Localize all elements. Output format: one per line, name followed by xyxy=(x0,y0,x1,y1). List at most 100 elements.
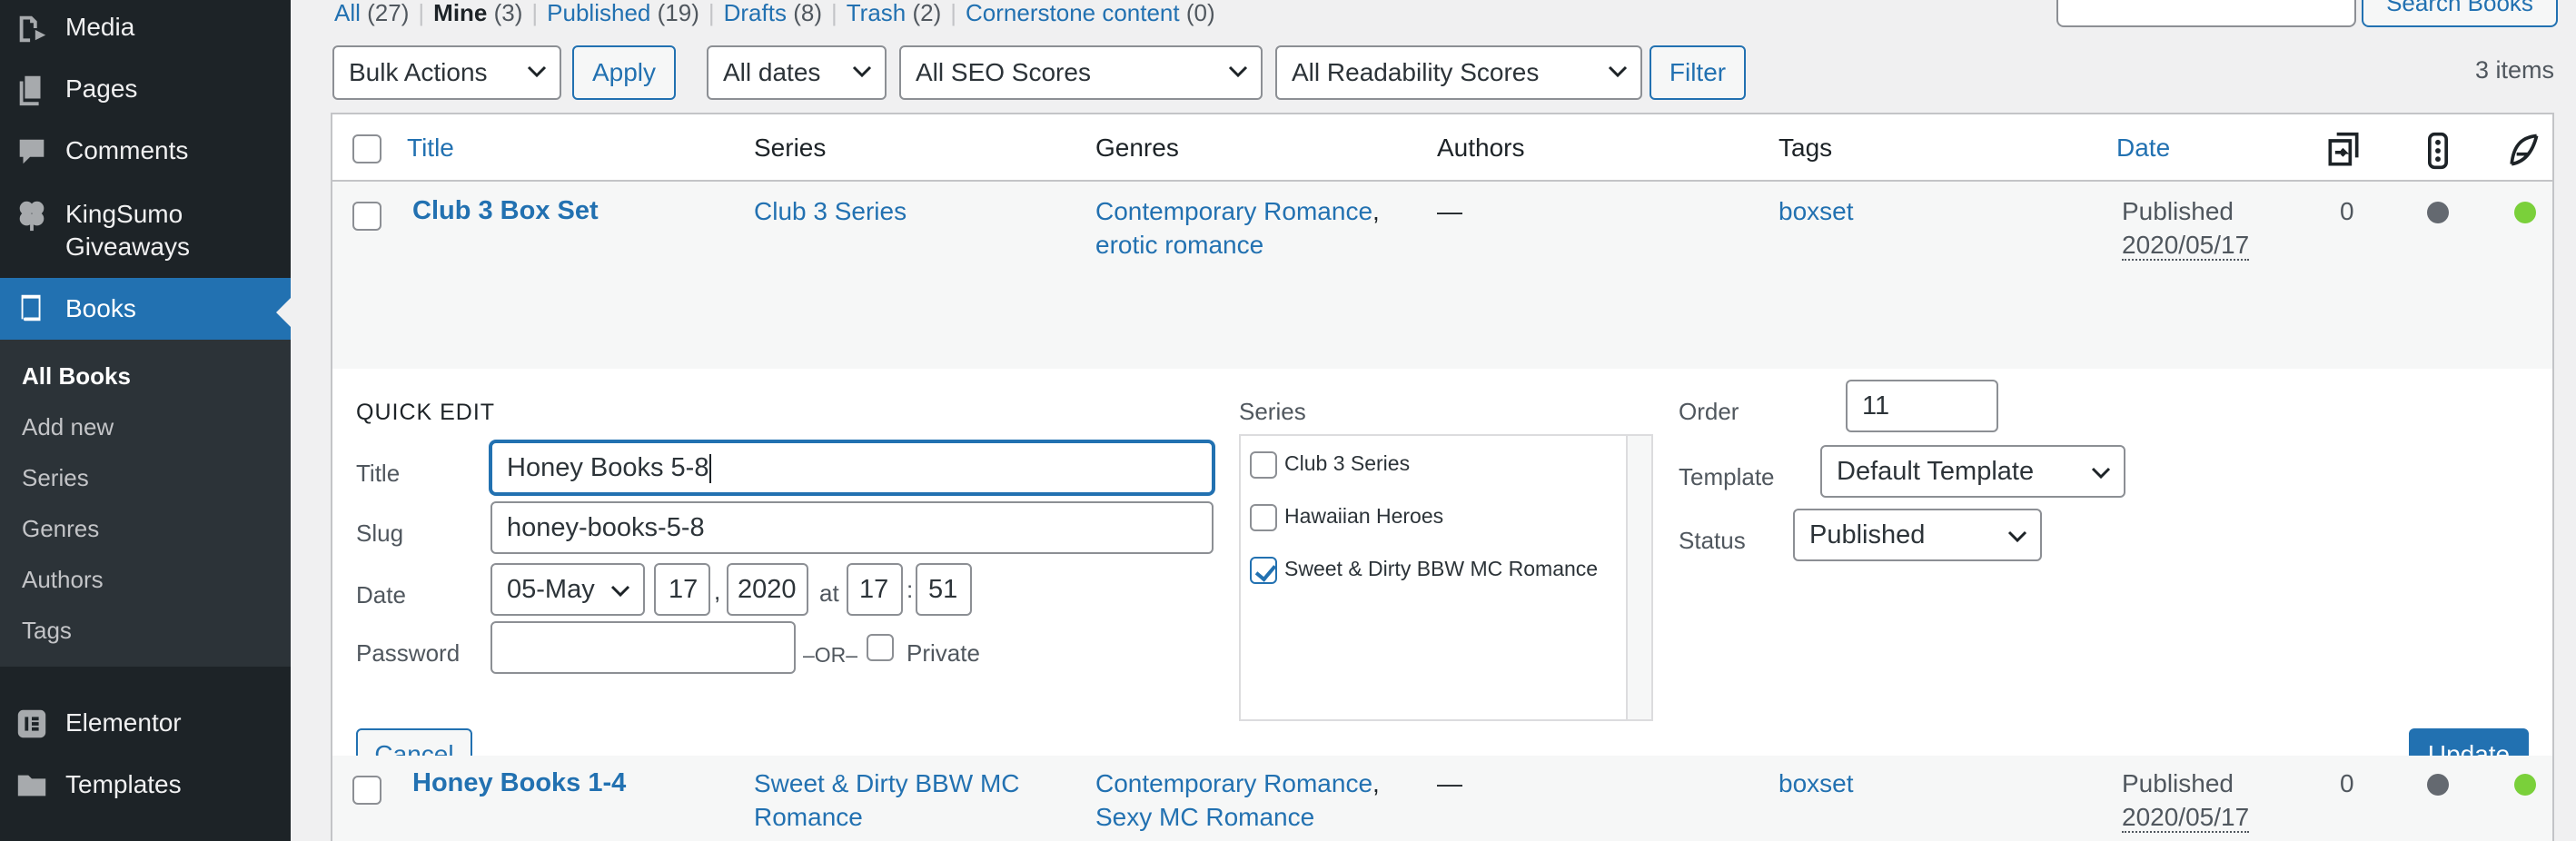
row-series-link[interactable]: Sweet & Dirty BBW MC xyxy=(754,767,1019,800)
sidebar-item-media[interactable]: Media xyxy=(0,11,291,47)
table-row: Club 3 Box Set Club 3 Series Contemporar… xyxy=(332,182,2552,369)
view-label: Trash xyxy=(846,0,907,26)
series-checkbox[interactable] xyxy=(1250,556,1277,584)
select-value: Published xyxy=(1809,520,1926,549)
title-input[interactable]: Honey Books 5-8 xyxy=(490,441,1214,494)
series-option[interactable]: Club 3 Series xyxy=(1250,450,1410,479)
series-option[interactable]: Sweet & Dirty BBW MC Romance xyxy=(1250,556,1598,584)
row-links-count: 0 xyxy=(2340,197,2354,225)
private-checkbox[interactable] xyxy=(867,634,894,661)
chevron-down-icon xyxy=(2091,467,2111,480)
view-published-link[interactable]: Published (19) xyxy=(547,0,699,26)
view-count: (27) xyxy=(367,0,410,26)
apply-button[interactable]: Apply xyxy=(572,45,676,100)
view-mine-link[interactable]: Mine (3) xyxy=(433,0,522,26)
row-series-link[interactable]: Club 3 Series xyxy=(754,194,907,228)
day-input[interactable]: 17 xyxy=(654,563,710,616)
book-icon xyxy=(21,294,41,322)
view-label: Drafts xyxy=(723,0,787,26)
password-input[interactable] xyxy=(490,621,796,674)
view-label: All xyxy=(334,0,361,26)
submenu-genres[interactable]: Genres xyxy=(22,514,99,543)
row-authors: — xyxy=(1437,769,1462,797)
separator: , xyxy=(1372,197,1380,225)
slug-input[interactable]: honey-books-5-8 xyxy=(490,501,1214,554)
filter-button[interactable]: Filter xyxy=(1650,45,1746,100)
column-title[interactable]: Title xyxy=(407,133,454,163)
separator: | xyxy=(418,0,425,26)
view-trash-link[interactable]: Trash (2) xyxy=(847,0,942,26)
bulk-actions-select[interactable]: Bulk Actions xyxy=(332,45,561,100)
row-checkbox[interactable] xyxy=(352,202,381,231)
seo-filter-select[interactable]: All SEO Scores xyxy=(899,45,1263,100)
admin-sidebar: Media Pages Comments KingSumo Giveaways … xyxy=(0,0,291,841)
seo-score-dot xyxy=(2427,202,2449,223)
sidebar-item-elementor[interactable]: Elementor xyxy=(0,707,291,743)
sidebar-item-books[interactable]: Books xyxy=(0,278,291,340)
template-select[interactable]: Default Template xyxy=(1820,445,2125,498)
search-button[interactable]: Search Books xyxy=(2362,0,2558,27)
input-value: 17 xyxy=(669,575,698,604)
row-genre-link[interactable]: Contemporary Romance xyxy=(1095,197,1372,225)
row-genre-link[interactable]: Contemporary Romance xyxy=(1095,769,1372,797)
row-genre-link[interactable]: Sexy MC Romance xyxy=(1095,800,1314,834)
row-checkbox[interactable] xyxy=(352,776,381,805)
select-value: All Readability Scores xyxy=(1292,58,1540,86)
clover-icon xyxy=(19,201,45,232)
series-option-label: Sweet & Dirty BBW MC Romance xyxy=(1284,557,1599,580)
series-checkbox[interactable] xyxy=(1250,450,1277,479)
submenu-series[interactable]: Series xyxy=(22,463,89,492)
sidebar-item-comments[interactable]: Comments xyxy=(0,134,291,171)
sidebar-item-label: Templates xyxy=(65,770,182,798)
sidebar-item-pages[interactable]: Pages xyxy=(0,73,291,109)
sidebar-item-label: KingSumo xyxy=(65,200,183,228)
view-all-link[interactable]: All (27) xyxy=(334,0,409,26)
folder-icon xyxy=(17,775,46,796)
select-all-checkbox[interactable] xyxy=(352,134,381,163)
separator: | xyxy=(708,0,715,26)
year-input[interactable]: 2020 xyxy=(727,563,808,616)
column-date[interactable]: Date xyxy=(2116,133,2170,163)
input-value: 51 xyxy=(928,575,958,604)
row-series-link[interactable]: Romance xyxy=(754,800,863,834)
separator: | xyxy=(830,0,837,26)
readability-filter-select[interactable]: All Readability Scores xyxy=(1275,45,1642,100)
column-series: Series xyxy=(754,134,827,162)
series-checkbox[interactable] xyxy=(1250,503,1277,531)
sidebar-item-templates[interactable]: Templates xyxy=(0,768,291,805)
submenu-tags[interactable]: Tags xyxy=(22,616,72,645)
sidebar-item-label: Media xyxy=(65,13,135,41)
quick-edit-heading: QUICK EDIT xyxy=(356,400,496,425)
order-input[interactable]: 11 xyxy=(1846,380,1998,432)
series-scrollbar[interactable] xyxy=(1626,436,1651,719)
select-value: All dates xyxy=(723,58,821,86)
minute-input[interactable]: 51 xyxy=(916,563,972,616)
row-tag-link[interactable]: boxset xyxy=(1778,767,1854,800)
view-drafts-link[interactable]: Drafts (8) xyxy=(724,0,822,26)
status-select[interactable]: Published xyxy=(1793,509,2042,561)
series-checklist: Club 3 Series Hawaiian Heroes Sweet & Di… xyxy=(1239,434,1653,721)
month-select[interactable]: 05-May xyxy=(490,563,645,616)
view-cornerstone-link[interactable]: Cornerstone content (0) xyxy=(966,0,1215,26)
post-status-views: All (27) | Mine (3) | Published (19) | Drafts … xyxy=(334,0,1215,25)
date-filter-select[interactable]: All dates xyxy=(707,45,887,100)
submenu-authors[interactable]: Authors xyxy=(22,565,104,594)
input-value: Honey Books 5-8 xyxy=(507,453,709,482)
submenu-add-new[interactable]: Add new xyxy=(22,412,114,441)
separator: | xyxy=(950,0,957,26)
hour-input[interactable]: 17 xyxy=(847,563,903,616)
search-input[interactable] xyxy=(2056,0,2356,27)
table-row: Honey Books 1-4 Sweet & Dirty BBW MC Rom… xyxy=(332,756,2552,841)
row-tag-link[interactable]: boxset xyxy=(1778,194,1854,228)
at-label: at xyxy=(819,579,839,607)
row-genre-link[interactable]: erotic romance xyxy=(1095,228,1263,262)
submenu-all-books[interactable]: All Books xyxy=(22,361,131,391)
series-option[interactable]: Hawaiian Heroes xyxy=(1250,503,1443,531)
row-date: 2020/05/17 xyxy=(2122,803,2250,833)
sidebar-item-kingsumo[interactable]: KingSumo Giveaways xyxy=(0,196,291,265)
row-title-link[interactable]: Club 3 Box Set xyxy=(412,194,599,228)
row-title-link[interactable]: Honey Books 1-4 xyxy=(412,767,626,800)
series-label: Series xyxy=(1239,398,1306,425)
chevron-down-icon xyxy=(610,585,630,598)
sidebar-item-label: Giveaways xyxy=(65,233,190,261)
